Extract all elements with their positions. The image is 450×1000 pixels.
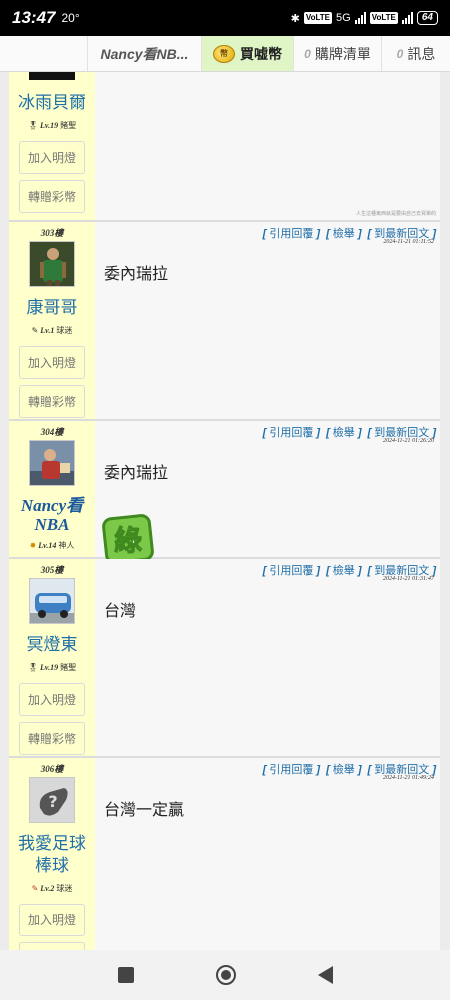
post-body: [ 引用回覆 ] [ 檢舉 ] [ 到最新回文 ] 2024-11-21 01:…: [95, 421, 440, 573]
username[interactable]: 冰雨貝爾: [18, 92, 86, 114]
tab-board[interactable]: Nancy看NB...: [88, 36, 202, 71]
post-user-panel: 305樓 冥燈東 🎖 Lv.19 賭聖 加入明燈 轉贈彩幣: [9, 559, 95, 756]
avatar[interactable]: ?: [29, 777, 75, 823]
bluetooth-icon: ✱: [290, 12, 300, 25]
signature-text: 人生這種東西就是要由自己去買單的: [355, 211, 436, 217]
signal-icon: [354, 12, 366, 24]
home-icon[interactable]: [215, 965, 236, 985]
tab-buy-label: 買嘘幣: [240, 45, 282, 62]
coin-icon: 幣: [213, 44, 235, 63]
post-user-panel: 304樓 Nancy看NBA ✸ Lv.14 神人: [9, 421, 95, 557]
floor-number: 303樓: [40, 228, 64, 238]
message-count: 0: [396, 46, 404, 61]
tab-cart[interactable]: 0 購牌清單: [294, 36, 382, 71]
avatar[interactable]: [29, 440, 75, 486]
right-rail: [440, 72, 450, 950]
gift-coins-button[interactable]: 轉贈彩幣: [19, 180, 85, 213]
post-timestamp: 2024-11-21 01:31:47: [382, 576, 434, 582]
avatar[interactable]: [29, 72, 75, 80]
avatar[interactable]: [29, 241, 75, 287]
rank-icon: ✎: [31, 326, 39, 335]
post-user-panel: 冰雨貝爾 🎖 Lv.19 賭聖 加入明燈 轉贈彩幣: [9, 72, 95, 220]
recent-apps-icon[interactable]: [117, 967, 134, 983]
user-level: ✎ Lv.2 球迷: [31, 883, 73, 893]
username[interactable]: Nancy看NBA: [9, 496, 95, 534]
thread-content: 冰雨貝爾 🎖 Lv.19 賭聖 加入明燈 轉贈彩幣 人生這種東西就是要由自己去買單…: [0, 72, 450, 950]
avatar[interactable]: [29, 578, 75, 624]
tab-buy-coins[interactable]: 幣 買嘘幣: [202, 36, 294, 71]
quote-reply-link[interactable]: [ 引用回覆 ]: [263, 424, 320, 440]
rank-icon: 🎖: [27, 121, 38, 130]
gift-coins-button[interactable]: 轉贈彩幣: [19, 722, 85, 755]
tab-messages-label: 訊息: [407, 45, 436, 62]
floor-number: 304樓: [40, 427, 64, 437]
tab-messages[interactable]: 0 訊息: [382, 36, 450, 71]
screen: 13:47 20° ✱ VoLTE 5G VoLTE 64 Nancy看NB..…: [0, 0, 450, 1000]
quote-reply-link[interactable]: [ 引用回覆 ]: [263, 225, 320, 241]
report-link[interactable]: [ 檢舉 ]: [326, 225, 361, 241]
post-305: 305樓 冥燈東 🎖 Lv.19 賭聖 加入明燈 轉贈彩幣 [引用回覆] […: [9, 559, 440, 758]
status-time: 13:47: [12, 8, 56, 27]
battery-indicator: 64: [416, 11, 438, 25]
tab-cart-label: 購牌清單: [314, 45, 371, 62]
add-beacon-button[interactable]: 加入明燈: [19, 903, 85, 937]
add-beacon-button[interactable]: 加入明燈: [19, 683, 85, 716]
floor-number: 306樓: [40, 764, 64, 774]
tab-spacer: [0, 36, 88, 71]
post-body: [ 引用回覆 ] [ 檢舉 ] [ 到最新回文 ] 2024-11-21 01:…: [95, 758, 440, 950]
rank-icon: 🎖: [27, 663, 38, 672]
left-rail: [0, 72, 9, 950]
status-icons: ✱ VoLTE 5G VoLTE 64: [291, 11, 438, 25]
post-timestamp: 2024-11-21 01:11:52: [383, 239, 434, 245]
quote-reply-link[interactable]: [ 引用回覆 ]: [263, 761, 320, 777]
report-link[interactable]: [ 檢舉 ]: [326, 562, 361, 578]
cart-count: 0: [304, 46, 311, 61]
user-level: 🎖 Lv.19 賭聖: [27, 121, 77, 130]
username[interactable]: 康哥哥: [27, 297, 78, 319]
user-level: ✸ Lv.14 神人: [29, 541, 75, 550]
post-text: 委內瑞拉: [104, 465, 169, 482]
post-user-panel: 306樓 ? 我愛足球棒球 ✎ Lv.2 球迷 加入明燈: [9, 758, 95, 950]
post-user-panel: 303樓 康哥哥 ✎ Lv.1 球迷 加入明燈 轉贈彩幣: [9, 222, 95, 419]
status-bar: 13:47 20° ✱ VoLTE 5G VoLTE 64: [0, 0, 450, 36]
system-nav-bar: [0, 950, 450, 1000]
username[interactable]: 冥燈東: [27, 634, 78, 656]
post-body: 人生這種東西就是要由自己去買單的: [95, 72, 440, 220]
report-link[interactable]: [ 檢舉 ]: [326, 424, 361, 440]
top-tab-bar: Nancy看NB... 幣 買嘘幣 0 購牌清單 0 訊息: [0, 36, 450, 72]
post-304: 304樓 Nancy看NBA ✸ Lv.14 神人 [引用回覆] [檢舉 …: [9, 421, 440, 573]
add-beacon-button[interactable]: 加入明燈: [19, 346, 85, 379]
svg-text:?: ?: [48, 792, 57, 811]
post-text: 委內瑞拉: [104, 266, 169, 283]
rank-icon: ✎: [31, 883, 39, 893]
svg-text:綠: 綠: [114, 524, 142, 557]
add-beacon-button[interactable]: 加入明燈: [19, 141, 85, 174]
volte-icon-2: VoLTE: [369, 12, 398, 24]
quote-reply-link[interactable]: [ 引用回覆 ]: [263, 562, 320, 578]
user-level: ✎ Lv.1 球迷: [31, 326, 73, 335]
back-icon[interactable]: [317, 966, 333, 984]
post-302: 冰雨貝爾 🎖 Lv.19 賭聖 加入明燈 轉贈彩幣 人生這種東西就是要由自己去買單…: [9, 72, 440, 222]
username[interactable]: 我愛足球棒球: [14, 833, 90, 877]
5g-label: 5G: [336, 12, 351, 24]
report-link[interactable]: [ 檢舉 ]: [326, 761, 361, 777]
post-text: 台灣: [104, 603, 137, 620]
post-303: 303樓 康哥哥 ✎ Lv.1 球迷 加入明燈 轉贈彩幣 [引用回覆] […: [9, 222, 440, 421]
post-timestamp: 2024-11-21 01:26:20: [382, 438, 434, 444]
signal-icon-2: [401, 12, 413, 24]
floor-number: 305樓: [40, 565, 64, 575]
rank-icon: ✸: [29, 541, 37, 550]
post-body: [ 引用回覆 ] [ 檢舉 ] [ 到最新回文 ] 2024-11-21 01:…: [95, 559, 440, 756]
volte-icon: VoLTE: [303, 12, 333, 24]
user-level: 🎖 Lv.19 賭聖: [27, 663, 77, 672]
post-body: [ 引用回覆 ] [ 檢舉 ] [ 到最新回文 ] 2024-11-21 01:…: [95, 222, 440, 419]
post-306: 306樓 ? 我愛足球棒球 ✎ Lv.2 球迷 加入明燈 [引用回覆] […: [9, 758, 440, 950]
gift-coins-button[interactable]: [19, 942, 85, 950]
post-timestamp: 2024-11-21 01:49:24: [382, 775, 434, 781]
status-temperature: 20°: [61, 11, 80, 25]
gift-coins-button[interactable]: 轉贈彩幣: [19, 385, 85, 418]
post-text: 台灣一定贏: [104, 802, 185, 819]
